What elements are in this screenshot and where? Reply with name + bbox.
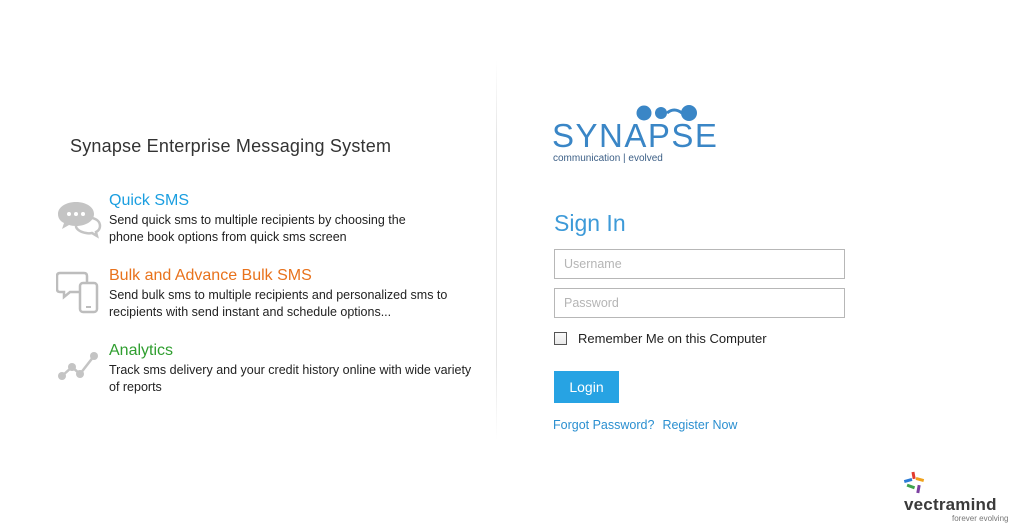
signin-title: Sign In bbox=[554, 210, 626, 236]
remember-me: Remember Me on this Computer bbox=[554, 331, 767, 346]
vectramind-logo: vectramind forever evolving bbox=[898, 470, 1018, 526]
feature-description: Track sms delivery and your credit histo… bbox=[109, 362, 489, 396]
feature-desc-line: phone book options from quick sms screen bbox=[109, 230, 347, 244]
vectramind-mark-icon bbox=[903, 471, 925, 494]
feature-desc-line: recipients with send instant and schedul… bbox=[109, 305, 392, 319]
auth-links: Forgot Password? Register Now bbox=[553, 418, 737, 432]
logo-wordmark: SYNAPSE bbox=[552, 117, 719, 154]
line-graph-icon bbox=[56, 342, 104, 390]
vectramind-wordmark: vectramind bbox=[904, 495, 997, 514]
feature-title: Quick SMS bbox=[109, 192, 190, 209]
login-page: Synapse Enterprise Messaging System Quic… bbox=[0, 0, 1023, 530]
vectramind-tagline: forever evolving bbox=[952, 514, 1009, 523]
username-input[interactable] bbox=[554, 249, 845, 279]
login-button[interactable]: Login bbox=[554, 371, 619, 403]
remember-me-label[interactable]: Remember Me on this Computer bbox=[578, 331, 767, 346]
feature-desc-line: Send quick sms to multiple recipients by… bbox=[109, 213, 406, 227]
password-input[interactable] bbox=[554, 288, 845, 318]
chat-bubbles-icon bbox=[56, 192, 104, 240]
remember-me-checkbox[interactable] bbox=[554, 332, 567, 345]
feature-desc-line: Send bulk sms to multiple recipients and… bbox=[109, 288, 448, 302]
feature-title: Bulk and Advance Bulk SMS bbox=[109, 267, 312, 284]
feature-desc-line: of reports bbox=[109, 380, 162, 394]
logo-tagline: communication | evolved bbox=[553, 153, 663, 164]
feature-description: Send bulk sms to multiple recipients and… bbox=[109, 287, 489, 321]
mobile-chat-icon bbox=[55, 267, 104, 315]
page-title: Synapse Enterprise Messaging System bbox=[70, 136, 392, 156]
feature-description: Send quick sms to multiple recipients by… bbox=[109, 212, 489, 246]
feature-desc-line: Track sms delivery and your credit histo… bbox=[109, 363, 472, 377]
register-now-link[interactable]: Register Now bbox=[662, 418, 737, 432]
synapse-logo: SYNAPSE communication | evolved bbox=[552, 103, 717, 167]
panel-divider bbox=[496, 60, 497, 440]
forgot-password-link[interactable]: Forgot Password? bbox=[553, 418, 654, 432]
feature-title: Analytics bbox=[109, 342, 174, 359]
